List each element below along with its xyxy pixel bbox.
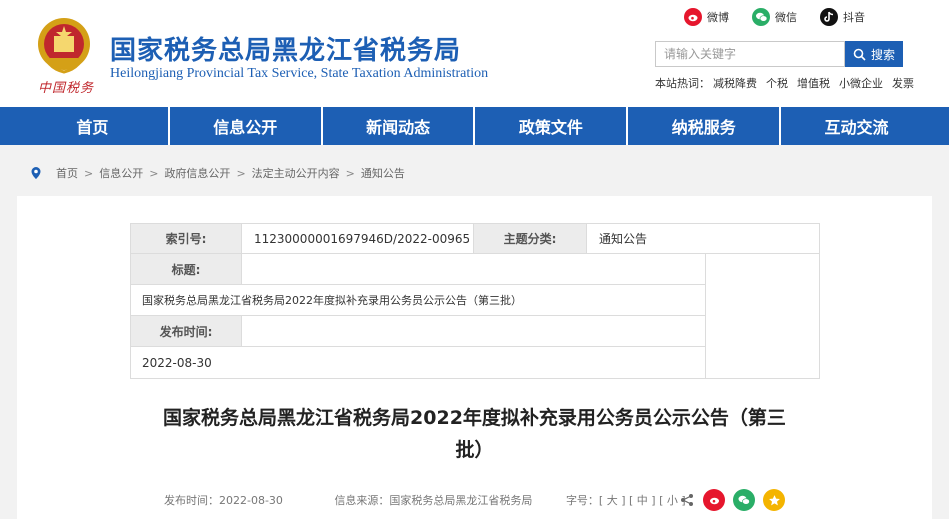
douyin-label: 抖音	[843, 11, 865, 24]
meta-title-value: 国家税务总局黑龙江省税务局2022年度拟补充录用公务员公示公告（第三批）	[131, 285, 706, 316]
site-header: 中国税务 国家税务总局黑龙江省税务局 Heilongjiang Provinci…	[0, 0, 949, 107]
breadcrumb-notices[interactable]: 通知公告	[361, 165, 405, 181]
meta-date-value: 2022-08-30	[131, 347, 706, 378]
breadcrumb-separator: >	[84, 166, 94, 180]
share-weibo-button[interactable]	[703, 489, 725, 511]
meta-title-spacer	[242, 254, 706, 285]
nav-item-info-disclosure[interactable]: 信息公开	[170, 107, 323, 145]
hot-link[interactable]: 小微企业	[839, 75, 883, 91]
share-icon[interactable]	[680, 493, 694, 507]
breadcrumb-separator: >	[236, 166, 246, 180]
site-subtitle: Heilongjiang Provincial Tax Service, Sta…	[110, 66, 489, 81]
nav-item-news[interactable]: 新闻动态	[323, 107, 476, 145]
article-title-line2: 批）	[455, 439, 494, 461]
douyin-link[interactable]: 抖音	[820, 8, 865, 26]
article-title-line1: 国家税务总局黑龙江省税务局2022年度拟补充录用公务员公示公告（第三	[163, 407, 786, 429]
search-button-label: 搜索	[870, 47, 895, 62]
breadcrumb: 首页 > 信息公开 > 政府信息公开 > 法定主动公开内容 > 通知公告	[30, 165, 405, 181]
article-content: 索引号: 11230000001697946D/2022-00965 主题分类:…	[17, 196, 932, 519]
nav-item-policy[interactable]: 政策文件	[475, 107, 629, 145]
hot-link[interactable]: 增值税	[797, 75, 830, 91]
nav-item-home[interactable]: 首页	[17, 107, 170, 145]
weibo-link[interactable]: 微博	[684, 8, 729, 26]
wechat-icon	[752, 8, 770, 26]
share-wechat-button[interactable]	[733, 489, 755, 511]
wechat-icon	[738, 495, 750, 505]
search-input[interactable]	[655, 41, 845, 67]
article-source: 信息来源：国家税务总局黑龙江省税务局	[334, 494, 533, 507]
breadcrumb-statutory-content[interactable]: 法定主动公开内容	[252, 165, 340, 181]
meta-index-label: 索引号:	[131, 224, 242, 254]
wechat-label: 微信	[775, 11, 797, 24]
font-size-switcher[interactable]: 字号：[ 大 ] [ 中 ] [ 小 ]	[566, 494, 686, 507]
brand-script: 中国税务	[38, 81, 95, 96]
main-nav: 首页 信息公开 新闻动态 政策文件 纳税服务 互动交流	[0, 107, 949, 145]
nav-item-interaction[interactable]: 互动交流	[781, 107, 932, 145]
meta-index-value: 11230000001697946D/2022-00965	[242, 224, 474, 254]
site-title: 国家税务总局黑龙江省税务局	[110, 36, 462, 66]
article-title: 国家税务总局黑龙江省税务局2022年度拟补充录用公务员公示公告（第三 批）	[17, 402, 932, 466]
star-icon	[768, 494, 780, 505]
hot-words-prefix: 本站热词：	[655, 77, 710, 90]
wechat-link[interactable]: 微信	[752, 8, 797, 26]
collect-button[interactable]	[763, 489, 785, 511]
weibo-icon	[709, 497, 719, 505]
meta-category-value: 通知公告	[587, 224, 819, 254]
douyin-icon	[820, 8, 838, 26]
hot-link[interactable]: 发票	[892, 75, 914, 91]
search-icon	[853, 48, 866, 61]
breadcrumb-gov-info[interactable]: 政府信息公开	[164, 165, 230, 181]
search-button[interactable]: 搜索	[845, 41, 903, 67]
article-publish-date: 发布时间：2022-08-30	[164, 494, 283, 507]
breadcrumb-separator: >	[149, 166, 159, 180]
nav-item-tax-service[interactable]: 纳税服务	[628, 107, 782, 145]
hot-link[interactable]: 减税降费	[713, 75, 757, 91]
article-meta: 发布时间：2022-08-30 信息来源：国家税务总局黑龙江省税务局 字号：[ …	[164, 492, 686, 508]
weibo-icon	[684, 8, 702, 26]
weibo-label: 微博	[707, 11, 729, 24]
tax-emblem-logo	[38, 18, 90, 74]
breadcrumb-info-disclosure[interactable]: 信息公开	[99, 165, 143, 181]
breadcrumb-home[interactable]: 首页	[56, 165, 78, 181]
meta-date-spacer	[242, 316, 706, 347]
hot-words: 本站热词： 减税降费 个税 增值税 小微企业 发票	[655, 75, 914, 91]
meta-category-label: 主题分类:	[474, 224, 587, 254]
location-pin-icon	[31, 167, 41, 179]
meta-title-label: 标题:	[131, 254, 242, 285]
hot-link[interactable]: 个税	[766, 75, 788, 91]
meta-table: 索引号: 11230000001697946D/2022-00965 主题分类:…	[130, 223, 820, 379]
breadcrumb-separator: >	[345, 166, 355, 180]
meta-date-label: 发布时间:	[131, 316, 242, 347]
